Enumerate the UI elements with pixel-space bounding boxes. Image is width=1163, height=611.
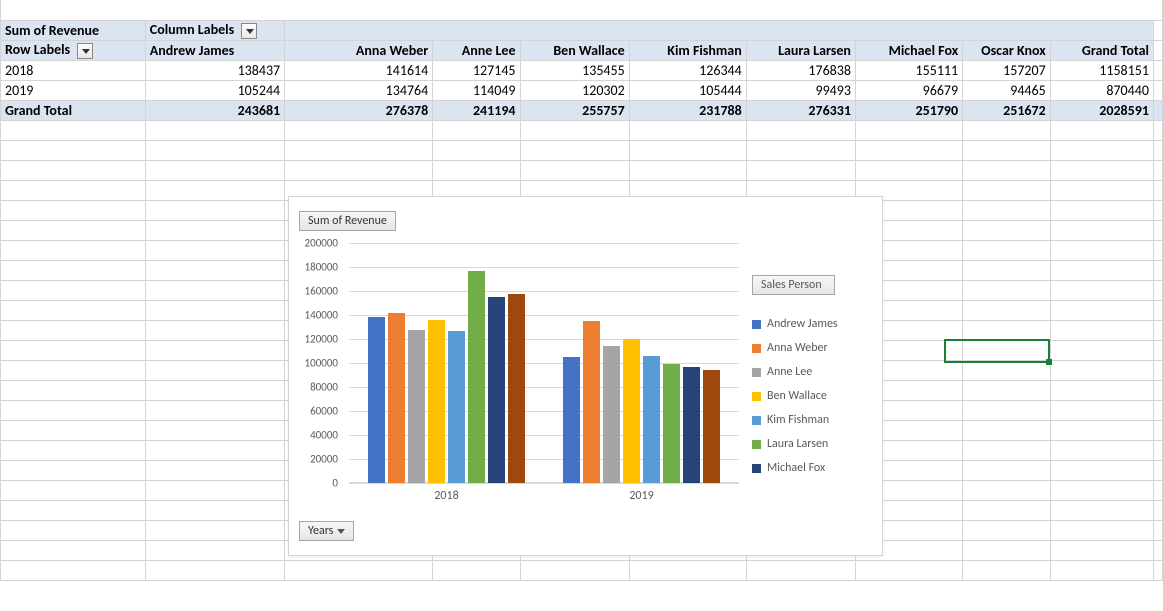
y-tick: 180000 [288, 261, 338, 274]
bar [448, 331, 465, 483]
bar [488, 297, 505, 483]
row-labels-dropdown-icon[interactable] [77, 43, 93, 59]
bar [508, 294, 525, 483]
legend-label: Michael Fox [767, 461, 825, 475]
y-tick: 100000 [288, 357, 338, 370]
col-hdr-5: Laura Larsen [746, 40, 855, 60]
bar [703, 370, 720, 483]
col-hdr-3: Ben Wallace [520, 40, 629, 60]
pivot-top-header-row: Sum of Revenue Column Labels [1, 20, 1163, 40]
row-label-1: 2019 [1, 80, 146, 100]
bar [663, 364, 680, 483]
legend-swatch [752, 440, 761, 449]
col-hdr-4: Kim Fishman [629, 40, 746, 60]
chart-legend: Sales Person Andrew James Anna Weber Anne … [752, 275, 872, 485]
legend-item: Andrew James [752, 317, 872, 331]
legend-swatch [752, 416, 761, 425]
bar [583, 321, 600, 483]
value-field-button[interactable]: Sum of Revenue [299, 211, 396, 231]
bar [388, 313, 405, 483]
y-tick: 160000 [288, 285, 338, 298]
legend-label: Ben Wallace [767, 389, 827, 403]
legend-field-button[interactable]: Sales Person [752, 275, 835, 295]
y-tick: 200000 [288, 237, 338, 250]
y-tick: 40000 [288, 429, 338, 442]
pivot-grand-total-row: Grand Total 243681 276378 241194 255757 … [1, 100, 1163, 120]
y-tick: 60000 [288, 405, 338, 418]
bar [603, 346, 620, 483]
bar [408, 330, 425, 483]
x-category-0: 2018 [349, 489, 544, 503]
legend-label: Anna Weber [767, 341, 828, 355]
legend-swatch [752, 320, 761, 329]
pivot-column-labels-cell[interactable]: Column Labels [145, 20, 284, 40]
axis-field-button[interactable]: Years [299, 521, 354, 541]
legend-swatch [752, 344, 761, 353]
legend-item: Kim Fishman [752, 413, 872, 427]
legend-swatch [752, 368, 761, 377]
pivot-column-header-row: Row Labels Andrew James Anna Weber Anne … [1, 40, 1163, 60]
bar [643, 356, 660, 483]
column-labels-dropdown-icon[interactable] [241, 23, 257, 39]
pivot-data-row-0: 2018 138437 141614 127145 135455 126344 … [1, 60, 1163, 80]
pivot-data-row-1: 2019 105244 134764 114049 120302 105444 … [1, 80, 1163, 100]
y-tick: 0 [288, 477, 338, 490]
legend-label: Kim Fishman [767, 413, 829, 427]
legend-label: Andrew James [767, 317, 838, 331]
bar [368, 317, 385, 483]
col-hdr-7: Oscar Knox [963, 40, 1051, 60]
legend-swatch [752, 392, 761, 401]
legend-label: Laura Larsen [767, 437, 828, 451]
chart-plot-area [349, 243, 739, 483]
bar [623, 339, 640, 483]
pivot-chart[interactable]: Sum of Revenue Years 0 20000 40000 60000 800… [288, 196, 883, 556]
legend-swatch [752, 464, 761, 473]
col-hdr-6: Michael Fox [855, 40, 962, 60]
chevron-down-icon [337, 529, 345, 534]
grand-total-label: Grand Total [1, 100, 146, 120]
y-tick: 120000 [288, 333, 338, 346]
pivot-row-labels-cell[interactable]: Row Labels [1, 40, 146, 60]
blank-row [1, 0, 1163, 20]
y-tick: 20000 [288, 453, 338, 466]
bar [468, 271, 485, 483]
col-hdr-8: Grand Total [1050, 40, 1153, 60]
bar [563, 357, 580, 483]
y-tick: 140000 [288, 309, 338, 322]
col-hdr-2: Anne Lee [433, 40, 520, 60]
pivot-corner-label: Sum of Revenue [1, 20, 146, 40]
legend-item: Laura Larsen [752, 437, 872, 451]
legend-item: Anne Lee [752, 365, 872, 379]
bar [428, 320, 445, 483]
legend-item: Michael Fox [752, 461, 872, 475]
col-hdr-1: Anna Weber [285, 40, 433, 60]
chart-y-axis: 0200004000060000800001000001200001400001… [289, 243, 344, 483]
col-hdr-0: Andrew James [145, 40, 284, 60]
legend-label: Anne Lee [767, 365, 812, 379]
bar [683, 367, 700, 483]
row-label-0: 2018 [1, 60, 146, 80]
x-category-1: 2019 [544, 489, 739, 503]
legend-item: Ben Wallace [752, 389, 872, 403]
legend-item: Anna Weber [752, 341, 872, 355]
y-tick: 80000 [288, 381, 338, 394]
